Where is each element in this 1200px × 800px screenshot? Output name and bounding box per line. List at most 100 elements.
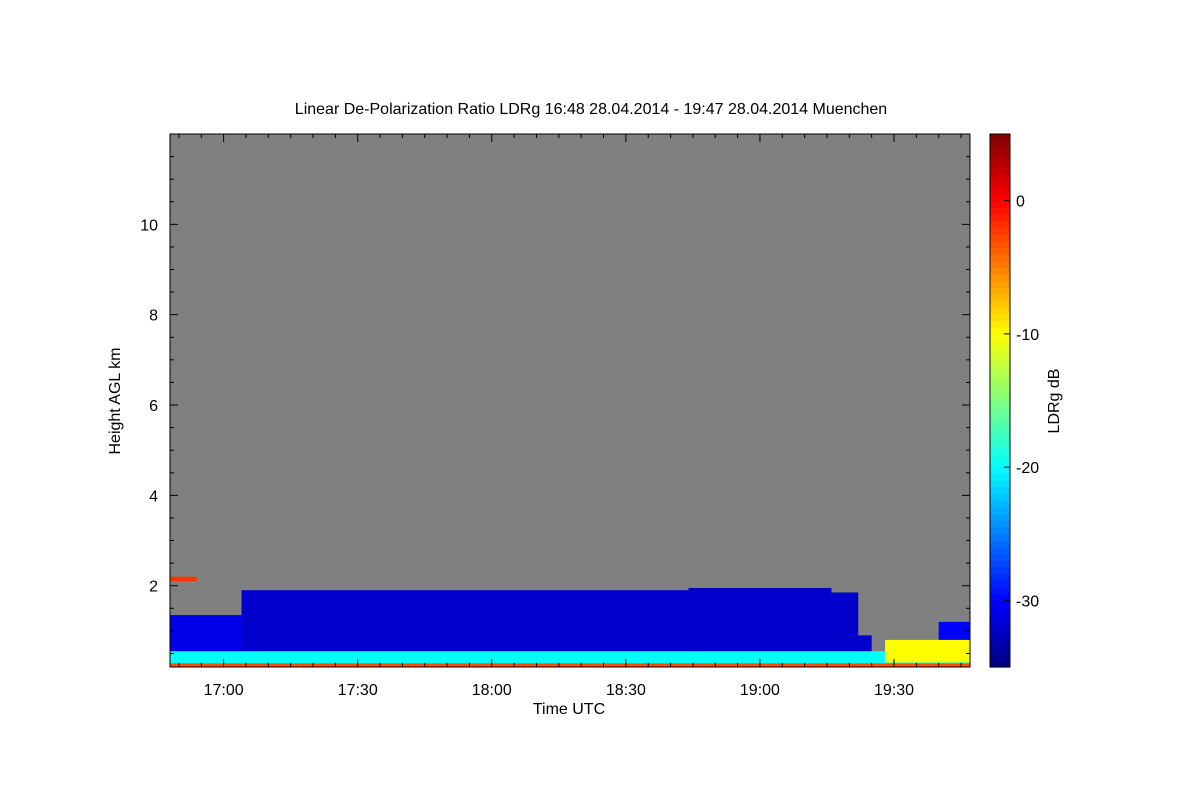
- colorbar-segment: [990, 447, 1010, 455]
- y-tick-label: 8: [149, 308, 158, 325]
- colorbar-segment: [990, 607, 1010, 615]
- colorbar-segment: [990, 453, 1010, 462]
- chart-title: Linear De-Polarization Ratio LDRg 16:48 …: [295, 101, 887, 118]
- colorbar-segment: [990, 493, 1010, 502]
- y-tick-label: 4: [149, 488, 158, 505]
- colorbar-segment: [990, 393, 1010, 402]
- y-tick-label: 2: [149, 579, 158, 596]
- colorbar-segment: [990, 527, 1010, 535]
- colorbar-segment: [990, 640, 1010, 648]
- y-tick-label: 10: [140, 217, 158, 234]
- colorbar-segment: [990, 600, 1010, 608]
- x-tick-label: 17:00: [204, 682, 244, 699]
- colorbar-segment: [990, 513, 1010, 522]
- ldr-region-8: [170, 663, 970, 667]
- colorbar-segment: [990, 487, 1010, 495]
- colorbar-segment: [990, 360, 1010, 368]
- colorbar-segment: [990, 420, 1010, 428]
- colorbar-segment: [990, 207, 1010, 215]
- colorbar-segment: [990, 300, 1010, 308]
- colorbar-segment: [990, 587, 1010, 595]
- colorbar-segment: [990, 653, 1010, 661]
- colorbar-segment: [990, 440, 1010, 448]
- colorbar-segment: [990, 227, 1010, 235]
- colorbar-segment: [990, 620, 1010, 628]
- colorbar-label: LDRg dB: [1046, 369, 1063, 434]
- x-axis-label: Time UTC: [533, 701, 605, 718]
- colorbar-segment: [990, 507, 1010, 515]
- colorbar-segment: [990, 540, 1010, 548]
- colorbar-segment: [990, 473, 1010, 482]
- colorbar-segment: [990, 173, 1010, 182]
- colorbar-segment: [990, 433, 1010, 442]
- x-tick-label: 18:30: [606, 682, 646, 699]
- colorbar-segment: [990, 633, 1010, 641]
- ldr-region-4: [831, 592, 859, 636]
- ldr-region-9: [170, 576, 197, 582]
- colorbar-segment: [990, 427, 1010, 435]
- colorbar-segment: [990, 267, 1010, 275]
- colorbar-segment: [990, 240, 1010, 248]
- colorbar-segment: [990, 627, 1010, 635]
- colorbar-segment: [990, 613, 1010, 621]
- colorbar-segment: [990, 153, 1010, 162]
- no-data-region: [170, 134, 970, 667]
- colorbar-segment: [990, 187, 1010, 195]
- colorbar-segment: [990, 320, 1010, 328]
- colorbar-segment: [990, 167, 1010, 175]
- colorbar-segment: [990, 480, 1010, 488]
- x-tick-label: 18:00: [472, 682, 512, 699]
- colorbar-segment: [990, 333, 1010, 342]
- x-tick-label: 19:30: [874, 682, 914, 699]
- y-tick-label: 6: [149, 398, 158, 415]
- plot-area: [169, 133, 971, 668]
- colorbar-segment: [990, 280, 1010, 288]
- colorbar-segment: [990, 340, 1010, 348]
- colorbar-segment: [990, 560, 1010, 568]
- colorbar-segment: [990, 200, 1010, 208]
- colorbar-segment: [990, 353, 1010, 362]
- colorbar-segment: [990, 220, 1010, 228]
- y-axis-label: Height AGL km: [107, 347, 124, 454]
- colorbar-segment: [990, 134, 1010, 142]
- colorbar-segment: [990, 180, 1010, 188]
- x-tick-label: 19:00: [740, 682, 780, 699]
- colorbar-segment: [990, 573, 1010, 581]
- colorbar-segment: [990, 313, 1010, 322]
- colorbar-segment: [990, 347, 1010, 355]
- colorbar-segment: [990, 307, 1010, 315]
- colorbar-segment: [990, 553, 1010, 561]
- colorbar-segment: [990, 233, 1010, 242]
- colorbar-segment: [990, 500, 1010, 508]
- colorbar-segment: [990, 413, 1010, 422]
- colorbar-segment: [990, 260, 1010, 268]
- colorbar-segment: [990, 293, 1010, 302]
- colorbar-segment: [990, 567, 1010, 575]
- ldr-region-7: [170, 651, 970, 665]
- colorbar-segment: [990, 247, 1010, 255]
- colorbar-segment: [990, 273, 1010, 282]
- colorbar-segment: [990, 140, 1010, 148]
- colorbar-segment: [990, 400, 1010, 408]
- colorbar-segment: [990, 253, 1010, 262]
- colorbar-segment: [990, 533, 1010, 542]
- colorbar-tick-label: -30: [1016, 593, 1039, 610]
- colorbar-tick-label: 0: [1016, 194, 1025, 211]
- colorbar-segment: [990, 467, 1010, 475]
- colorbar-segment: [990, 547, 1010, 555]
- colorbar-segment: [990, 520, 1010, 528]
- ldr-region-10: [885, 639, 970, 663]
- colorbar-segment: [990, 580, 1010, 588]
- colorbar-segment: [990, 407, 1010, 415]
- colorbar-segment: [990, 367, 1010, 375]
- colorbar-tick-label: -20: [1016, 460, 1039, 477]
- colorbar-segment: [990, 647, 1010, 655]
- x-tick-label: 17:30: [338, 682, 378, 699]
- colorbar-segment: [990, 213, 1010, 222]
- colorbar-tick-label: -10: [1016, 327, 1039, 344]
- colorbar-segment: [990, 287, 1010, 295]
- colorbar-segment: [990, 387, 1010, 395]
- colorbar-segment: [990, 147, 1010, 155]
- ldr-heatmap-chart: Linear De-Polarization Ratio LDRg 16:48 …: [107, 101, 1063, 718]
- colorbar-segment: [990, 373, 1010, 382]
